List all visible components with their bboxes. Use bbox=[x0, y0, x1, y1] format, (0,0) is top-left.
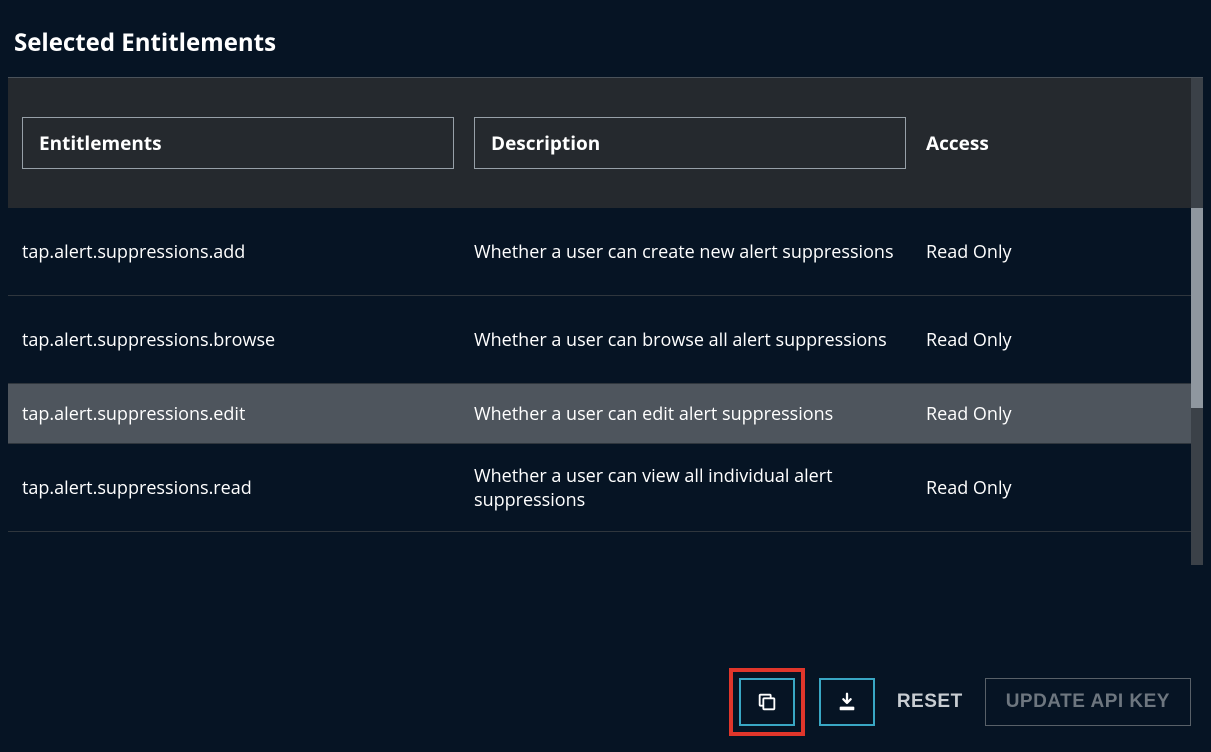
column-header-label: Entitlements bbox=[39, 130, 162, 156]
cell-entitlement: tap.alerts.add bbox=[22, 564, 474, 566]
cell-entitlement: tap.alert.suppressions.read bbox=[22, 476, 474, 500]
download-button[interactable] bbox=[819, 678, 875, 726]
cell-description: Whether a user can create new alerts bbox=[474, 564, 926, 566]
copy-button-highlight bbox=[729, 668, 805, 736]
cell-description: Whether a user can create new alert supp… bbox=[474, 240, 926, 264]
cell-access: Read Only bbox=[926, 240, 1177, 264]
cell-access: Read Only bbox=[926, 328, 1177, 352]
download-icon bbox=[836, 691, 858, 713]
cell-access: Read Only bbox=[926, 564, 1177, 566]
column-header-label: Description bbox=[491, 130, 600, 156]
cell-entitlement: tap.alert.suppressions.browse bbox=[22, 328, 474, 352]
table-viewport: Entitlements Description Access tap.aler… bbox=[8, 78, 1191, 565]
table-row[interactable]: tap.alert.suppressions.addWhether a user… bbox=[8, 208, 1191, 296]
scrollbar-track[interactable] bbox=[1191, 78, 1203, 565]
section-title: Selected Entitlements bbox=[8, 0, 1203, 77]
cell-description: Whether a user can view all individual a… bbox=[474, 464, 926, 512]
table-header-row: Entitlements Description Access bbox=[8, 78, 1191, 208]
column-header-access[interactable]: Access bbox=[926, 130, 1177, 156]
cell-access: Read Only bbox=[926, 402, 1177, 426]
scrollbar-thumb[interactable] bbox=[1191, 208, 1203, 408]
cell-entitlement: tap.alert.suppressions.add bbox=[22, 240, 474, 264]
table-row[interactable]: tap.alert.suppressions.browseWhether a u… bbox=[8, 296, 1191, 384]
copy-icon bbox=[756, 691, 778, 713]
reset-button[interactable]: RESET bbox=[889, 679, 971, 725]
cell-description: Whether a user can browse all alert supp… bbox=[474, 328, 926, 352]
table-row[interactable]: tap.alerts.addWhether a user can create … bbox=[8, 532, 1191, 565]
column-header-description[interactable]: Description bbox=[474, 117, 926, 169]
table-body: tap.alert.suppressions.addWhether a user… bbox=[8, 208, 1191, 565]
column-header-label: Access bbox=[926, 130, 989, 156]
cell-description: Whether a user can edit alert suppressio… bbox=[474, 402, 926, 426]
cell-entitlement: tap.alert.suppressions.edit bbox=[22, 402, 474, 426]
copy-button[interactable] bbox=[739, 678, 795, 726]
table-row[interactable]: tap.alert.suppressions.editWhether a use… bbox=[8, 384, 1191, 444]
footer-actions: RESET UPDATE API KEY bbox=[709, 652, 1211, 752]
cell-access: Read Only bbox=[926, 476, 1177, 500]
entitlements-table: Entitlements Description Access tap.aler… bbox=[8, 77, 1203, 565]
update-api-key-button[interactable]: UPDATE API KEY bbox=[985, 678, 1191, 726]
table-row[interactable]: tap.alert.suppressions.readWhether a use… bbox=[8, 444, 1191, 532]
column-header-entitlements[interactable]: Entitlements bbox=[22, 117, 474, 169]
